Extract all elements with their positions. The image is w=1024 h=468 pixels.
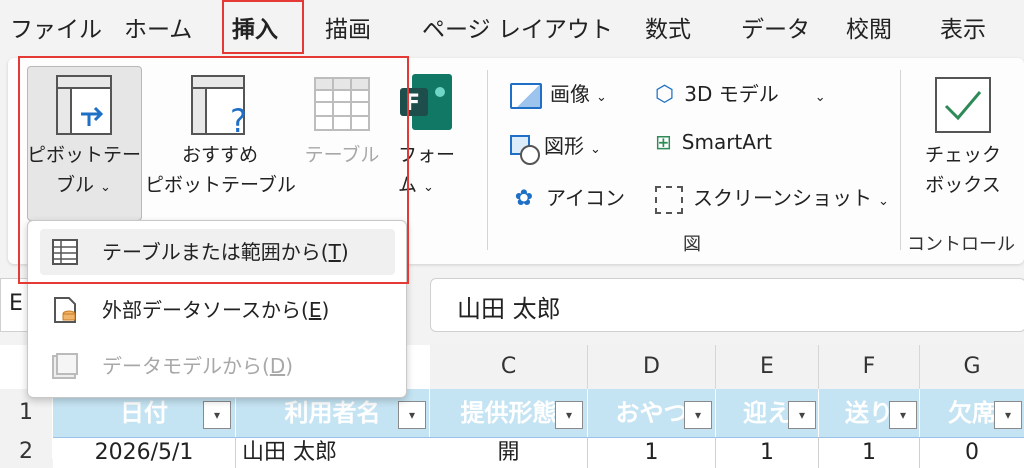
name-box-value: E xyxy=(9,291,23,316)
menu-item-label: データモデルから(D) xyxy=(102,343,293,389)
header-text-user: 利用者名 xyxy=(284,399,381,427)
header-text-date: 日付 xyxy=(120,399,168,427)
highlight-insert-tab xyxy=(222,0,304,54)
smartart-icon: ⊞ xyxy=(655,130,672,154)
tab-home[interactable]: ホーム xyxy=(124,10,192,44)
group-label-controls: コントロール xyxy=(907,234,1015,255)
table-cell[interactable]: 1 xyxy=(588,437,716,468)
row-header-2[interactable]: 2 xyxy=(0,437,52,467)
table-header-cell[interactable]: おやつ ▾ xyxy=(588,389,716,437)
table-cell[interactable]: 0 xyxy=(920,437,1024,468)
icons-label: アイコン xyxy=(546,186,625,210)
data-model-icon xyxy=(52,353,78,379)
column-header-f[interactable]: F xyxy=(819,345,920,389)
column-header-c[interactable]: C xyxy=(430,345,588,389)
menu-item-text: 外部データソースから( xyxy=(102,298,309,322)
image-icon xyxy=(510,82,542,109)
header-text-type: 提供形態 xyxy=(460,399,557,427)
table-header-cell[interactable]: 送り ▾ xyxy=(819,389,920,437)
column-header-g[interactable]: G xyxy=(920,345,1024,389)
table-cell[interactable]: 1 xyxy=(819,437,920,468)
checkbox-label-line1: チェック xyxy=(924,144,1001,166)
tab-draw[interactable]: 描画 xyxy=(325,10,371,44)
header-text-dropoff: 送り xyxy=(845,399,893,427)
menu-item-close-paren: ) xyxy=(321,298,330,322)
chevron-down-icon: ⌄ xyxy=(814,90,826,105)
checkbox-label-line2: ボックス xyxy=(925,174,1001,196)
screenshot-label: スクリーンショット xyxy=(693,186,872,210)
table-cell[interactable]: 2026/5/1 xyxy=(53,437,236,468)
header-text-snack: おやつ xyxy=(615,399,688,427)
menu-item-label: 外部データソースから(E) xyxy=(102,287,329,333)
highlight-pivot-menu xyxy=(18,56,409,284)
filter-dropdown-icon[interactable]: ▾ xyxy=(889,401,917,429)
chevron-down-icon: ⌄ xyxy=(423,180,434,195)
table-cell[interactable]: 山田 太郎 xyxy=(236,437,436,468)
smartart-button[interactable]: ⊞ SmartArt xyxy=(655,130,772,154)
tab-view[interactable]: 表示 xyxy=(940,10,986,44)
menu-item-external-source[interactable]: 外部データソースから(E) xyxy=(40,287,395,333)
table-cell[interactable]: 1 xyxy=(716,437,819,468)
filter-dropdown-icon[interactable]: ▾ xyxy=(555,401,583,429)
table-header-cell[interactable]: 欠席 ▾ xyxy=(920,389,1024,437)
filter-dropdown-icon[interactable]: ▾ xyxy=(398,401,426,429)
formula-value: 山田 太郎 xyxy=(457,295,561,323)
screenshot-icon xyxy=(655,185,683,214)
header-text-absence: 欠席 xyxy=(948,399,996,427)
chevron-down-icon: ⌄ xyxy=(596,90,607,105)
screenshot-button[interactable]: スクリーンショット ⌄ xyxy=(655,182,889,214)
tab-data[interactable]: データ xyxy=(741,10,810,44)
shapes-icon xyxy=(510,134,540,165)
icons-icon: ✿ xyxy=(514,186,534,211)
checkbox-icon xyxy=(935,77,991,133)
tab-page-layout[interactable]: ページ レイアウト xyxy=(422,10,613,44)
formula-bar[interactable]: 山田 太郎 xyxy=(430,278,1024,332)
menu-item-shortcut: D xyxy=(269,354,286,378)
3d-models-button[interactable]: ⬡ 3D モデル ⌄ xyxy=(655,78,826,107)
tab-formulas[interactable]: 数式 xyxy=(645,10,691,44)
chevron-down-icon: ⌄ xyxy=(878,194,889,209)
header-text-pickup: 迎え xyxy=(743,399,791,427)
group-label-illustrations: 図 xyxy=(683,234,701,255)
image-button[interactable]: 画像 ⌄ xyxy=(510,78,607,109)
table-header-cell[interactable]: 提供形態 ▾ xyxy=(430,389,588,437)
tab-file[interactable]: ファイル xyxy=(10,10,102,44)
ribbon-separator xyxy=(900,70,901,250)
table-cell[interactable]: 開 xyxy=(430,437,588,468)
3d-models-label: 3D モデル xyxy=(684,82,779,106)
menu-tabs: ファイル ホーム 挿入 描画 ページ レイアウト 数式 データ 校閲 表示 xyxy=(0,0,1024,58)
column-header-e[interactable]: E xyxy=(716,345,819,389)
menu-item-close-paren: ) xyxy=(285,354,294,378)
menu-item-shortcut: E xyxy=(308,298,322,322)
column-header-d[interactable]: D xyxy=(588,345,716,389)
filter-dropdown-icon[interactable]: ▾ xyxy=(684,401,712,429)
menu-item-text: データモデルから( xyxy=(102,354,270,378)
menu-item-data-model[interactable]: データモデルから(D) xyxy=(40,343,395,389)
table-header-cell[interactable]: 迎え ▾ xyxy=(716,389,819,437)
shapes-button[interactable]: 図形 ⌄ xyxy=(510,130,601,165)
icons-button[interactable]: ✿ アイコン xyxy=(510,182,625,211)
filter-dropdown-icon[interactable]: ▾ xyxy=(788,401,816,429)
filter-dropdown-icon[interactable]: ▾ xyxy=(994,401,1022,429)
tab-review[interactable]: 校閲 xyxy=(846,10,892,44)
image-label: 画像 xyxy=(550,82,590,106)
ribbon-separator xyxy=(487,70,488,250)
checkbox-button[interactable]: チェック ボックス xyxy=(918,140,1008,200)
external-data-icon xyxy=(54,297,76,323)
shapes-label: 図形 xyxy=(544,134,584,158)
smartart-label: SmartArt xyxy=(681,130,773,154)
chevron-down-icon: ⌄ xyxy=(590,142,601,157)
cube-icon: ⬡ xyxy=(655,82,675,107)
filter-dropdown-icon[interactable]: ▾ xyxy=(203,401,231,429)
